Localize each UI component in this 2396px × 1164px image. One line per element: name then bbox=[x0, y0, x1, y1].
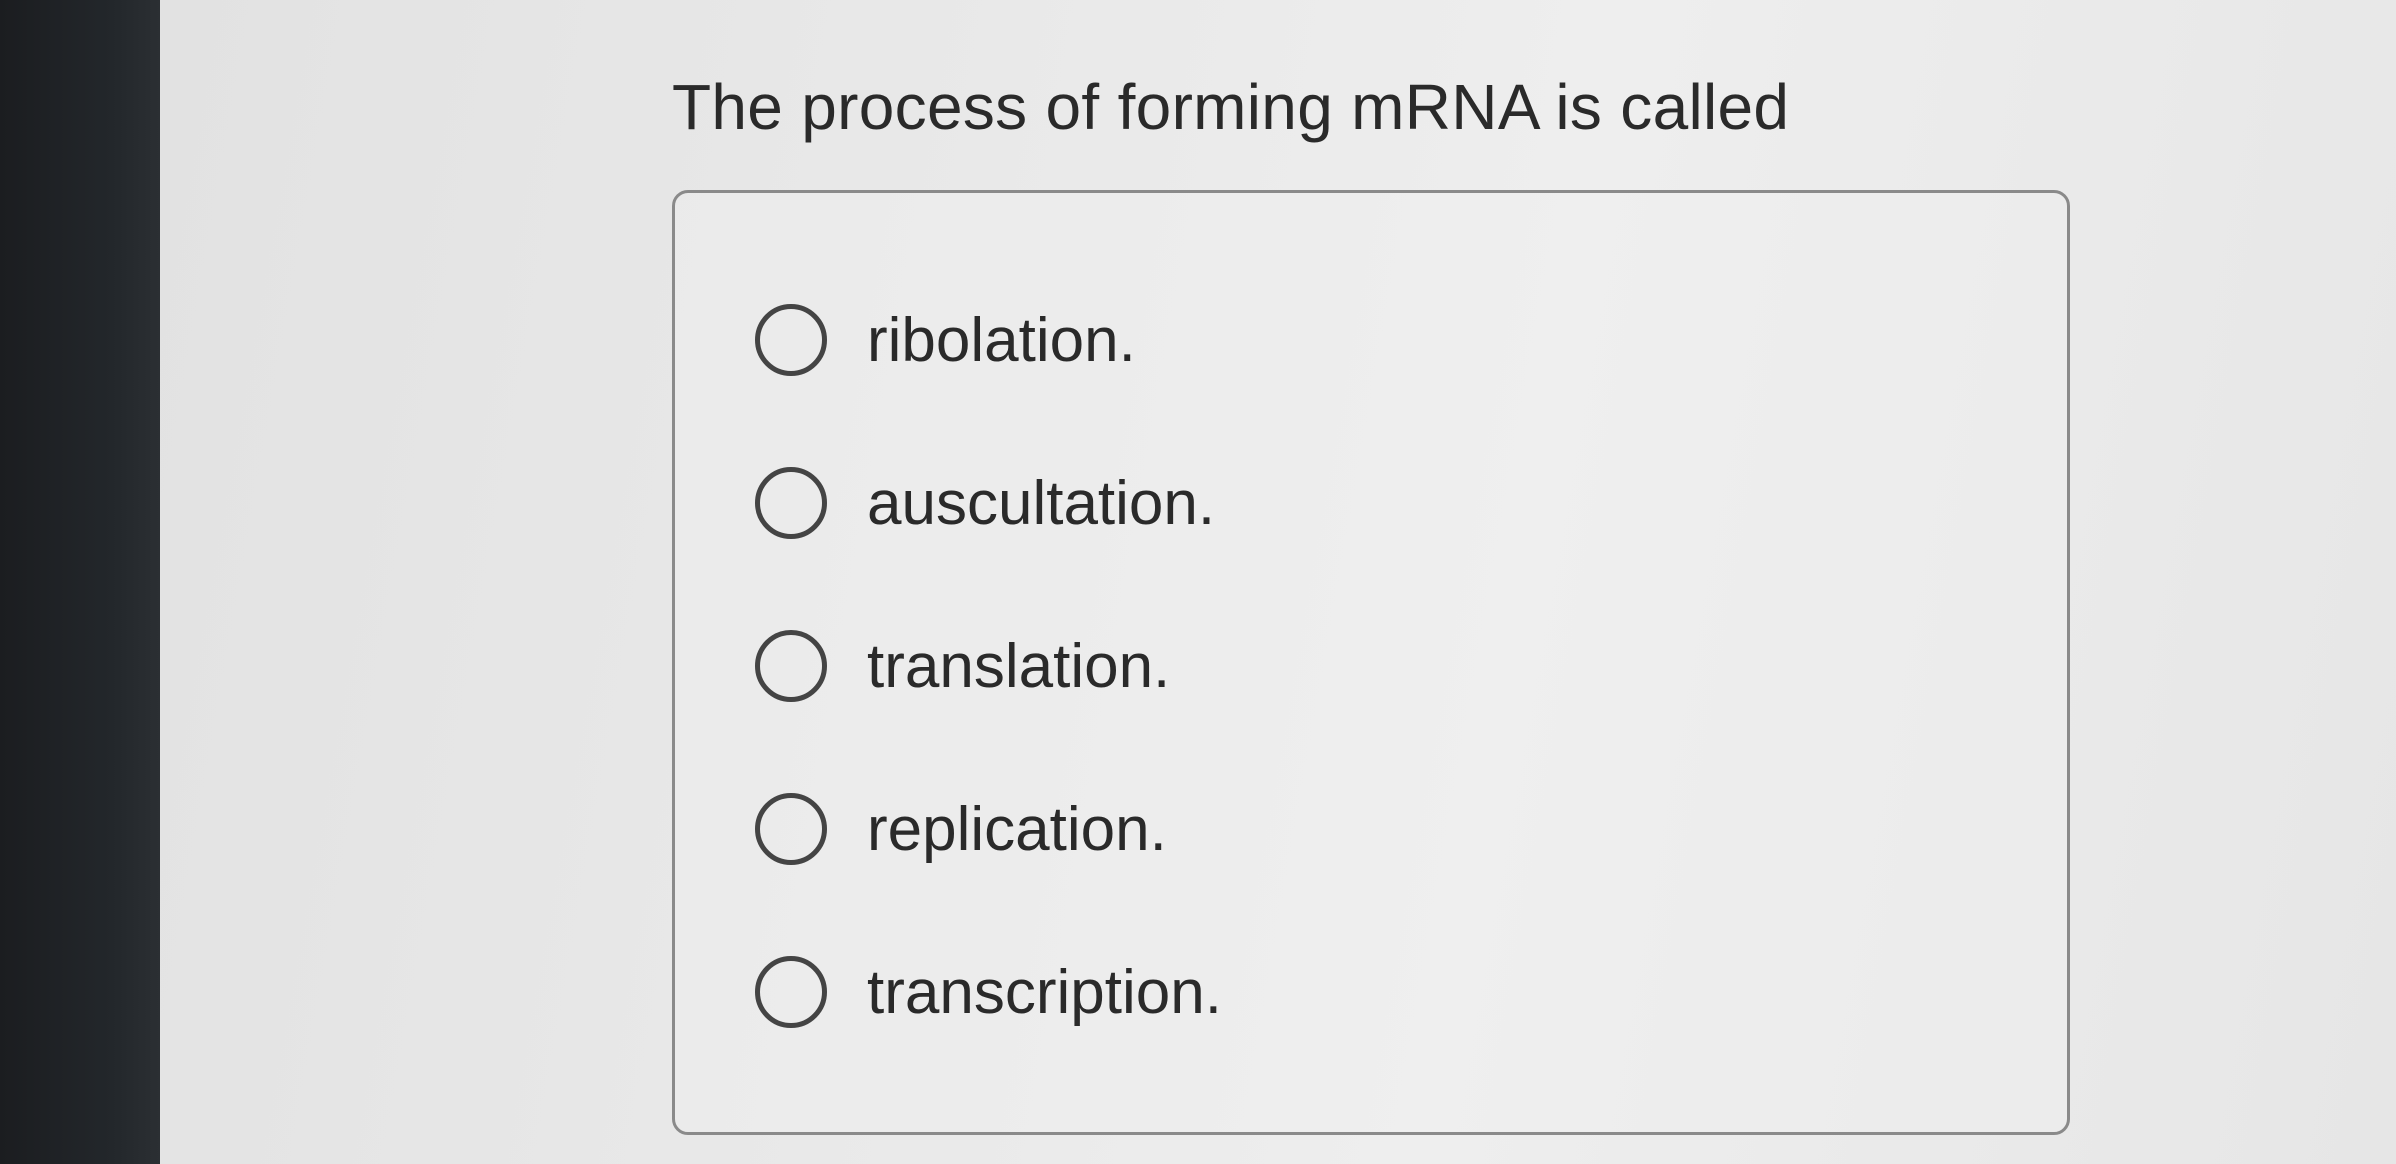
option-translation[interactable]: translation. bbox=[755, 621, 1170, 711]
option-transcription[interactable]: transcription. bbox=[755, 947, 1222, 1037]
monitor-bezel bbox=[0, 0, 160, 1164]
option-label: auscultation. bbox=[867, 468, 1216, 538]
radio-button-icon[interactable] bbox=[755, 793, 827, 865]
question-text: The process of forming mRNA is called bbox=[672, 71, 1790, 143]
radio-button-icon[interactable] bbox=[755, 956, 827, 1028]
option-label: replication. bbox=[867, 794, 1167, 864]
option-label: transcription. bbox=[867, 957, 1222, 1027]
answer-options-box: ribolation. auscultation. translation. r… bbox=[672, 190, 2070, 1135]
option-label: translation. bbox=[867, 631, 1171, 701]
option-replication[interactable]: replication. bbox=[755, 784, 1167, 874]
quiz-screen: The process of forming mRNA is called ri… bbox=[160, 0, 2396, 1164]
option-ribolation[interactable]: ribolation. bbox=[755, 295, 1136, 385]
option-auscultation[interactable]: auscultation. bbox=[755, 458, 1215, 548]
radio-button-icon[interactable] bbox=[755, 467, 827, 539]
radio-button-icon[interactable] bbox=[755, 630, 827, 702]
radio-button-icon[interactable] bbox=[755, 304, 827, 376]
option-label: ribolation. bbox=[867, 305, 1136, 375]
